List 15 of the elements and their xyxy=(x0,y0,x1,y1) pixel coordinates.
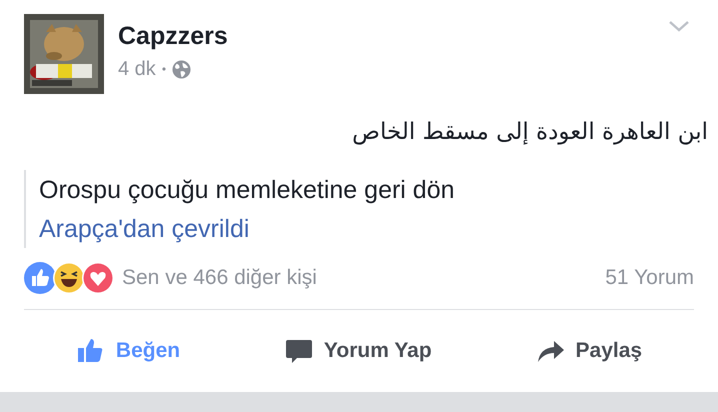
separator: • xyxy=(162,61,166,78)
reaction-summary[interactable]: Sen ve 466 diğer kişi xyxy=(122,262,317,294)
translated-text: Orospu çocuğu memleketine geri dön xyxy=(39,175,455,206)
author-name[interactable]: Capzzers xyxy=(118,20,228,52)
share-button[interactable]: Paylaş xyxy=(532,331,646,371)
comment-count[interactable]: 51 Yorum xyxy=(605,262,694,294)
like-button[interactable]: Beğen xyxy=(72,331,184,371)
heart-reaction-icon xyxy=(82,262,114,294)
post-text: ابن العاهرة العودة إلى مسقط الخاص xyxy=(352,118,708,147)
comment-button[interactable]: Yorum Yap xyxy=(280,331,436,371)
translation-link[interactable]: Arapça'dan çevrildi xyxy=(39,210,250,248)
laughing-reaction-icon xyxy=(53,262,85,294)
post-time[interactable]: 4 dk xyxy=(118,56,156,82)
like-reaction-icon xyxy=(24,262,56,294)
chevron-down-icon[interactable] xyxy=(668,20,690,32)
